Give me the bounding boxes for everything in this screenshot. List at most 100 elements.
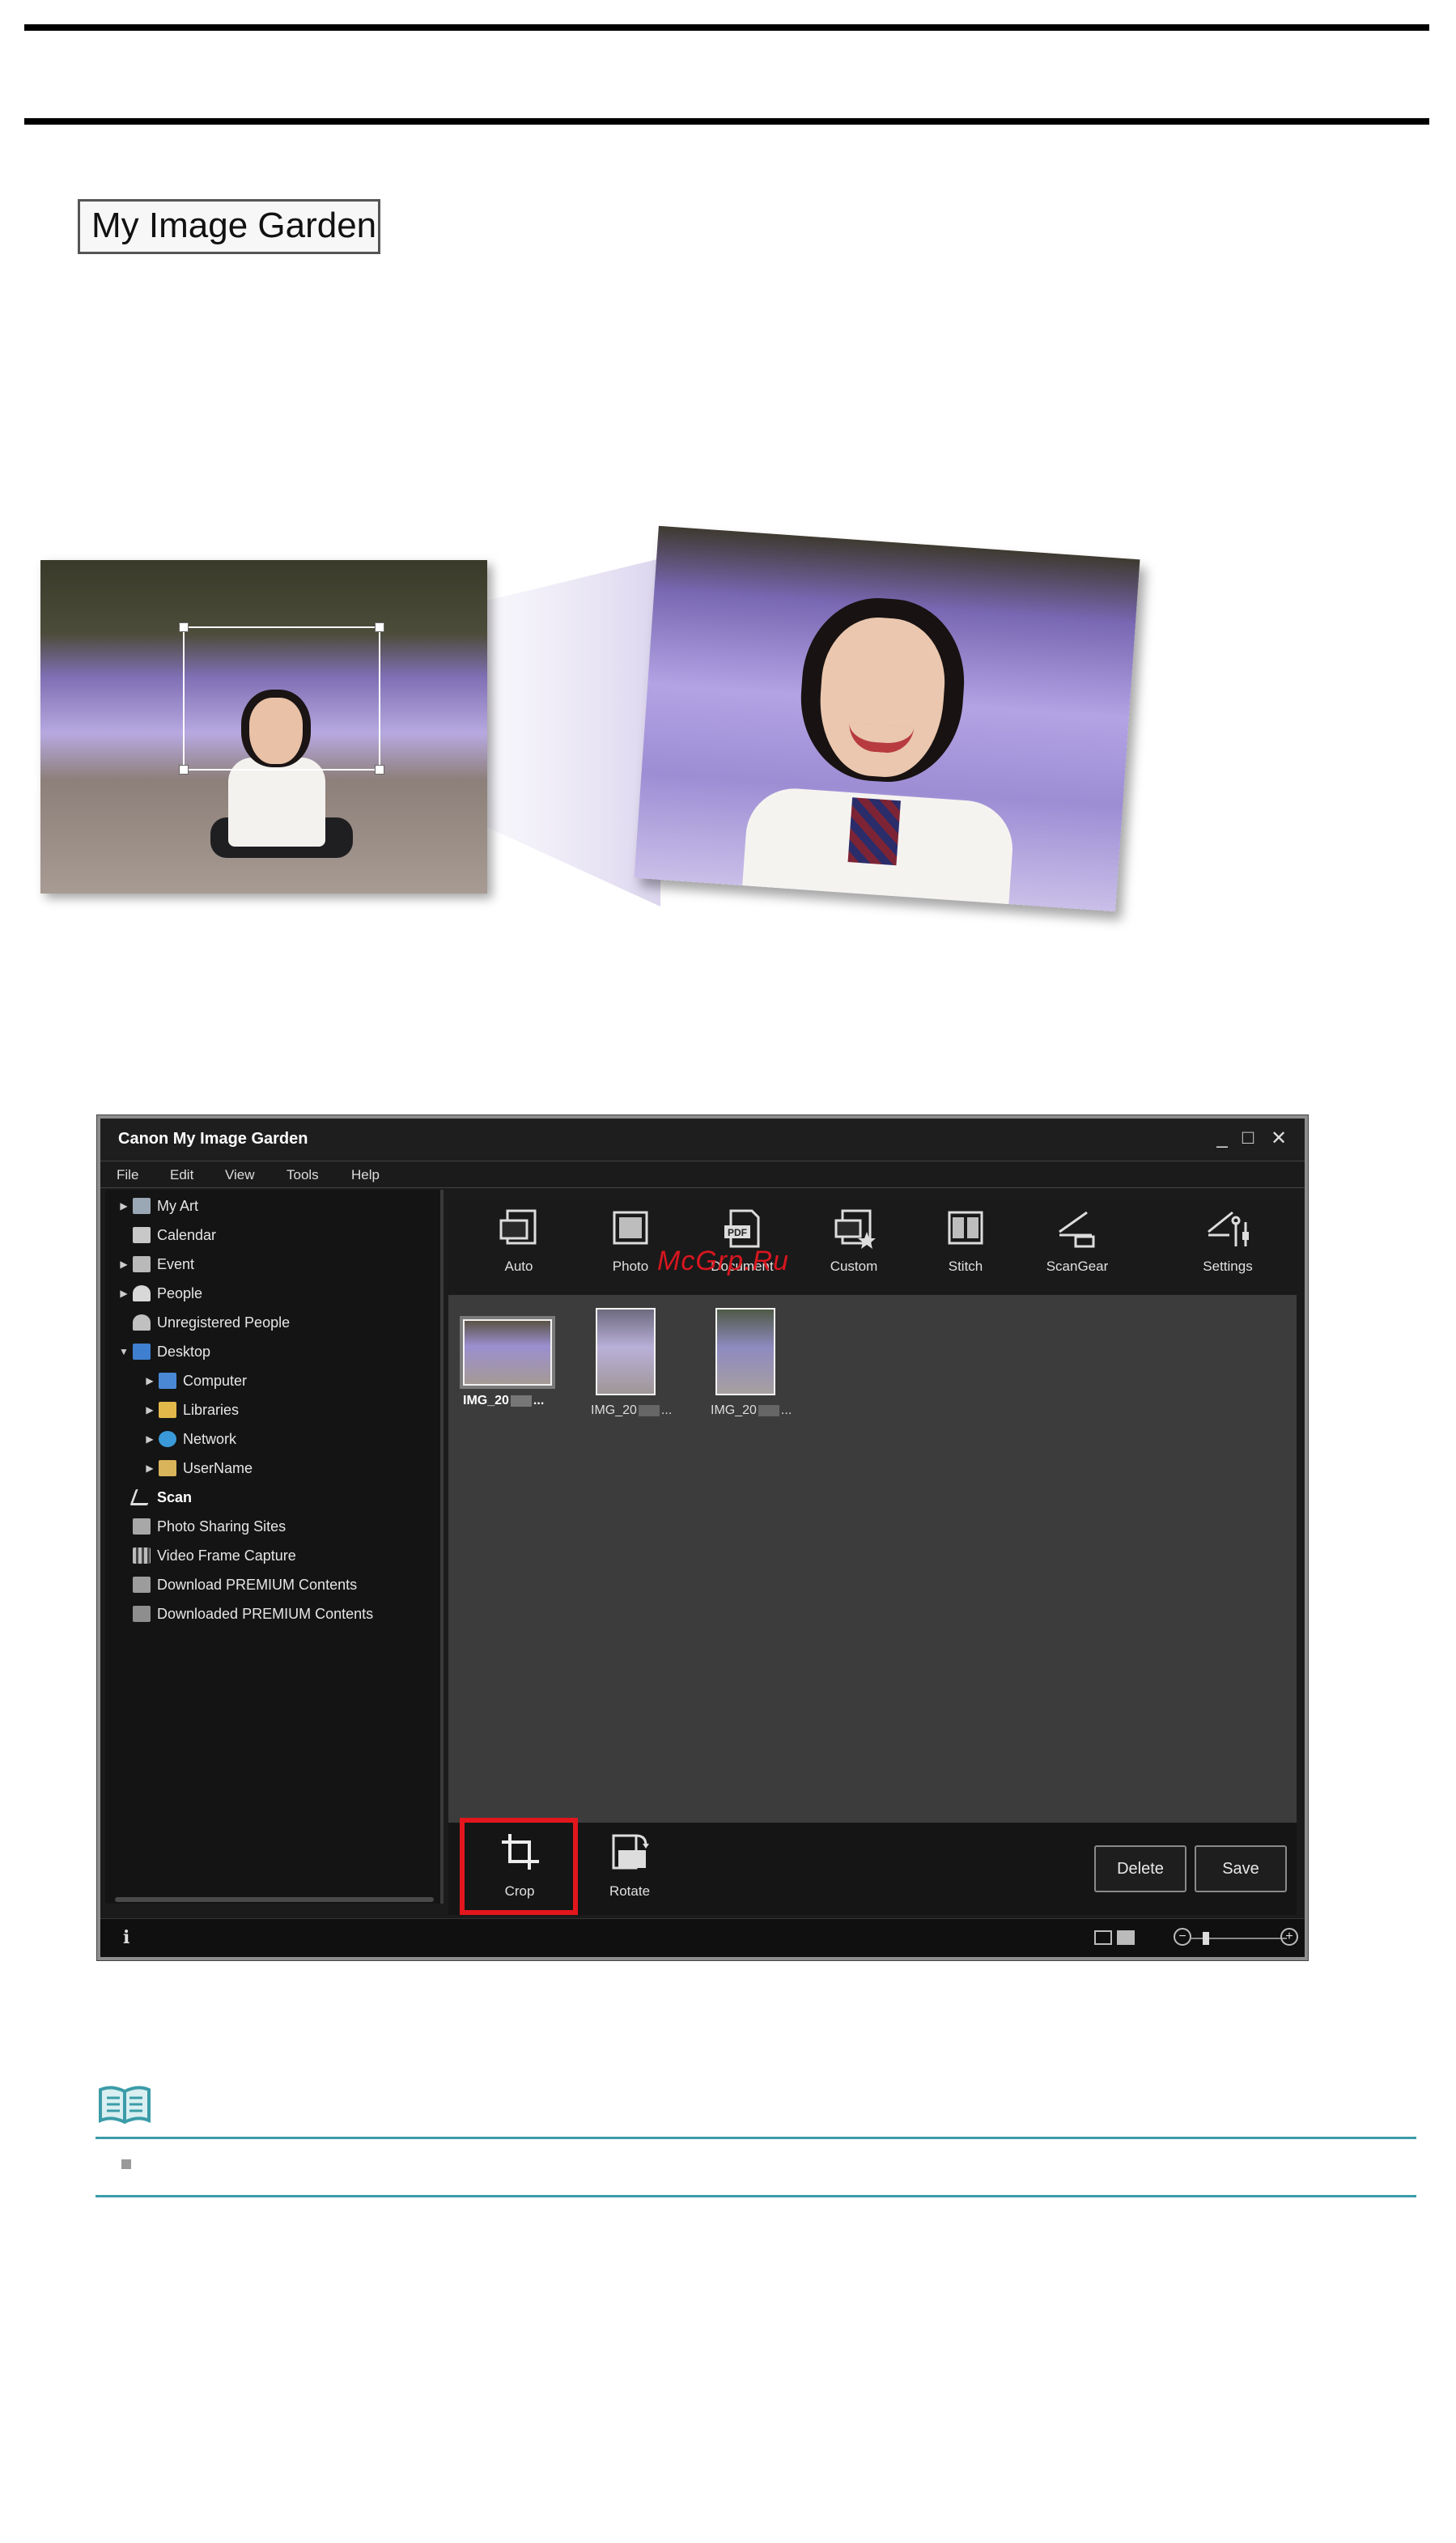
menu-tools[interactable]: Tools [287, 1167, 319, 1183]
note-bullet [121, 2159, 131, 2169]
sidebar-item-label: People [157, 1284, 203, 1301]
sidebar-item-download-premium[interactable]: Download PREMIUM Contents [115, 1572, 357, 1598]
cropped-photo [634, 525, 1140, 912]
scangear-icon [1059, 1211, 1095, 1248]
sidebar-item-calendar[interactable]: Calendar [115, 1222, 216, 1248]
edit-bar: Crop Rotate Delete Save [448, 1818, 1297, 1915]
info-icon[interactable]: i [123, 1927, 129, 1948]
expand-arrow-icon[interactable]: ▶ [141, 1375, 159, 1386]
photo-sharing-icon [133, 1518, 151, 1535]
sidebar-item-people[interactable]: ▶ People [115, 1280, 202, 1306]
pdf-document-icon: PDF [724, 1209, 760, 1248]
desktop-icon [133, 1344, 151, 1360]
sidebar-item-scan[interactable]: Scan [115, 1484, 192, 1510]
auto-scan-icon [499, 1209, 537, 1245]
thumbnail-item[interactable]: IMG_20... [711, 1308, 792, 1418]
header-rule [24, 118, 1429, 125]
expand-arrow-icon[interactable]: ▶ [141, 1404, 159, 1416]
title-bar: Canon My Image Garden _ □ ✕ [100, 1119, 1305, 1161]
thumbnail-area: IMG_20... IMG_20... IMG_20... [448, 1295, 1297, 1823]
app-window: Canon My Image Garden _ □ ✕ File Edit Vi… [97, 1115, 1308, 1960]
menu-edit[interactable]: Edit [170, 1167, 193, 1183]
collapse-arrow-icon[interactable]: ▼ [115, 1346, 133, 1357]
sidebar-item-computer[interactable]: ▶ Computer [141, 1368, 247, 1394]
zoom-slider-handle[interactable] [1203, 1932, 1209, 1945]
thumbnail-item[interactable]: IMG_20... [463, 1308, 552, 1408]
settings-button[interactable]: Settings [1183, 1208, 1272, 1275]
sidebar-item-downloaded-premium[interactable]: Downloaded PREMIUM Contents [115, 1601, 373, 1627]
menu-help[interactable]: Help [351, 1167, 380, 1183]
delete-button[interactable]: Delete [1094, 1845, 1186, 1892]
sidebar-item-label: Photo Sharing Sites [157, 1518, 287, 1535]
unregistered-people-icon [133, 1314, 151, 1331]
sidebar-item-username[interactable]: ▶ UserName [141, 1455, 253, 1481]
menu-view[interactable]: View [225, 1167, 255, 1183]
zoom-out-icon[interactable]: − [1174, 1928, 1191, 1946]
sidebar-item-label: Computer [183, 1372, 248, 1389]
zoom-in-icon[interactable]: + [1280, 1928, 1298, 1946]
menu-file[interactable]: File [117, 1167, 138, 1183]
sidebar-item-label: Desktop [157, 1343, 211, 1360]
thumbnail-item[interactable]: IMG_20... [591, 1308, 672, 1418]
stitch-icon [948, 1211, 983, 1245]
svg-text:PDF: PDF [728, 1227, 747, 1238]
thumbnail-image [463, 1319, 552, 1386]
downloaded-premium-icon [133, 1606, 151, 1622]
sidebar-item-video-frame-capture[interactable]: Video Frame Capture [115, 1543, 296, 1569]
sidebar-item-my-art[interactable]: ▶ My Art [115, 1193, 198, 1219]
rotate-button[interactable]: Rotate [583, 1831, 677, 1900]
user-folder-icon [159, 1460, 176, 1476]
expand-arrow-icon[interactable]: ▶ [115, 1259, 133, 1270]
sidebar-scrollbar[interactable] [115, 1897, 434, 1902]
computer-icon [159, 1373, 176, 1389]
note-bottom-rule [96, 2195, 1416, 2197]
sidebar-item-desktop[interactable]: ▼ Desktop [115, 1339, 210, 1365]
rotate-icon [612, 1834, 649, 1870]
sidebar-tree: ▶ My Art Calendar ▶ Event ▶ People Unreg… [105, 1190, 444, 1904]
note-book-icon [99, 2086, 151, 2125]
sidebar-item-label: Video Frame Capture [157, 1547, 296, 1564]
expand-arrow-icon[interactable]: ▶ [141, 1433, 159, 1445]
expand-arrow-icon[interactable]: ▶ [115, 1200, 133, 1212]
sidebar-item-label: Event [157, 1255, 195, 1272]
expand-arrow-icon[interactable]: ▶ [141, 1463, 159, 1474]
app-name-label: My Image Garden [78, 199, 380, 254]
sidebar-item-network[interactable]: ▶ Network [141, 1426, 236, 1452]
sidebar-item-libraries[interactable]: ▶ Libraries [141, 1397, 239, 1423]
watermark: McGrp.Ru [657, 1246, 789, 1276]
crop-frame [179, 622, 384, 775]
sidebar-item-label: Download PREMIUM Contents [157, 1576, 358, 1593]
calendar-icon [133, 1227, 151, 1243]
details-view-icon[interactable] [1094, 1930, 1112, 1945]
status-bar: i − + [100, 1918, 1305, 1957]
original-photo [40, 560, 487, 894]
scangear-button[interactable]: ScanGear [1033, 1208, 1122, 1275]
crop-button[interactable]: Crop [473, 1831, 567, 1900]
scan-icon [129, 1489, 154, 1505]
crop-icon [502, 1834, 539, 1870]
thumbnail-image [715, 1308, 775, 1395]
sidebar-item-unregistered-people[interactable]: Unregistered People [115, 1310, 290, 1335]
sidebar-item-label: UserName [183, 1459, 253, 1476]
custom-scan-icon [834, 1209, 876, 1249]
auto-button[interactable]: Auto [474, 1208, 563, 1275]
thumbnail-label: IMG_20... [591, 1403, 673, 1417]
expand-arrow-icon[interactable]: ▶ [115, 1288, 133, 1299]
thumbnail-view-icon[interactable] [1117, 1930, 1135, 1945]
thumbnail-label: IMG_20... [463, 1394, 545, 1407]
sidebar-item-label: Scan [157, 1488, 193, 1505]
sidebar-item-event[interactable]: ▶ Event [115, 1251, 194, 1277]
stitch-button[interactable]: Stitch [921, 1208, 1010, 1275]
sidebar-item-label: Unregistered People [157, 1314, 291, 1331]
custom-button[interactable]: Custom [809, 1208, 898, 1275]
minimize-icon[interactable]: _ [1211, 1127, 1233, 1149]
libraries-icon [159, 1402, 176, 1418]
maximize-icon[interactable]: □ [1237, 1127, 1259, 1149]
sidebar-item-label: Network [183, 1430, 237, 1447]
save-button[interactable]: Save [1195, 1845, 1287, 1892]
sidebar-item-photo-sharing-sites[interactable]: Photo Sharing Sites [115, 1513, 286, 1539]
close-icon[interactable]: ✕ [1267, 1127, 1290, 1150]
sidebar-item-label: Downloaded PREMIUM Contents [157, 1605, 374, 1622]
people-icon [133, 1285, 151, 1301]
top-rule [24, 24, 1429, 31]
